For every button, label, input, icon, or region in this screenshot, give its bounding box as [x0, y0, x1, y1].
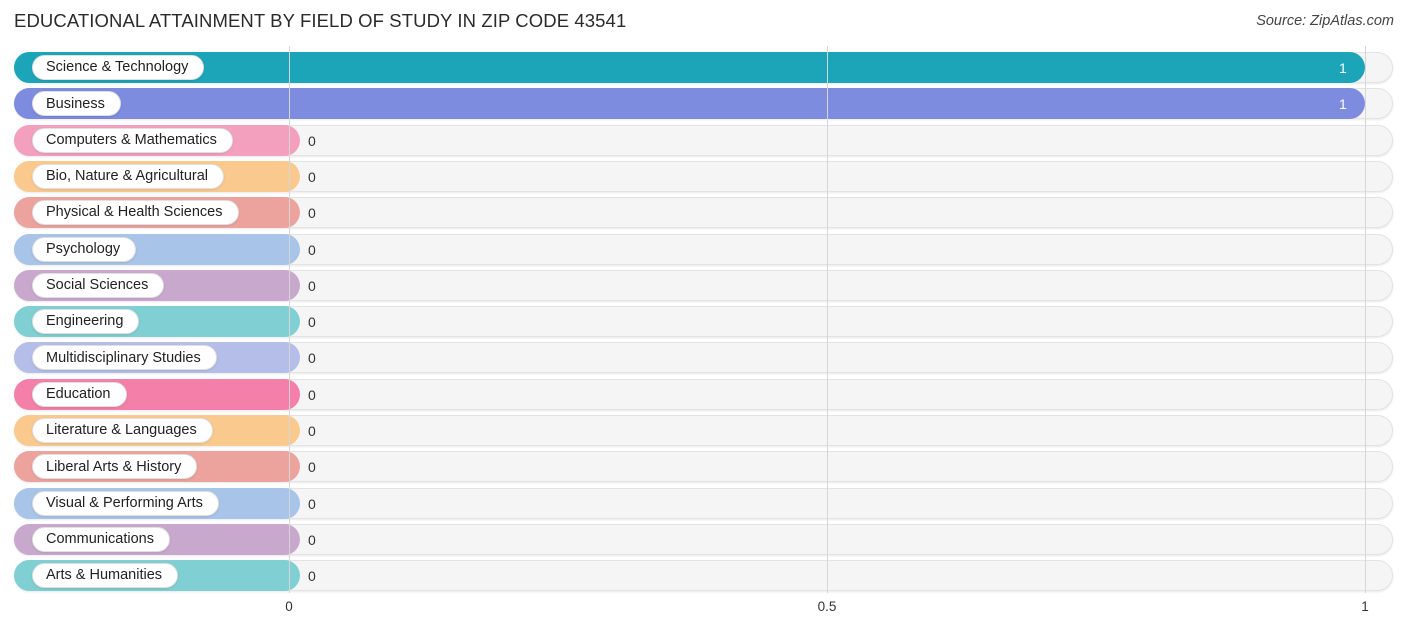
bar-row[interactable]: Multidisciplinary Studies 0 — [0, 342, 1406, 374]
page-title: EDUCATIONAL ATTAINMENT BY FIELD OF STUDY… — [14, 10, 627, 31]
bar-category-label: Social Sciences — [32, 272, 165, 298]
chart-plot-area: Science & Technology 1 Business 1 Computers … — [0, 46, 1406, 593]
bar-value-label: 0 — [308, 205, 316, 222]
bar-category-text: Multidisciplinary Studies — [46, 349, 201, 366]
bar-category-label: Engineering — [32, 309, 140, 335]
bar-category-text: Communications — [46, 531, 154, 548]
bar-category-label: Visual & Performing Arts — [32, 490, 219, 516]
bar-category-label: Physical & Health Sciences — [32, 200, 239, 226]
bar-value-label: 0 — [308, 168, 316, 185]
bar-category-label: Literature & Languages — [32, 418, 213, 443]
bar-category-text: Bio, Nature & Agricultural — [46, 168, 208, 185]
bar-row[interactable]: Communications 0 — [0, 523, 1406, 555]
bar-row[interactable]: Education 0 — [0, 378, 1406, 410]
bar-value-label: 0 — [308, 241, 316, 258]
bar-row[interactable]: Computers & Mathematics 0 — [0, 124, 1406, 156]
bar-category-text: Arts & Humanities — [46, 567, 163, 584]
x-axis-tick-label: 1 — [1361, 599, 1369, 614]
bar-row[interactable]: Social Sciences 0 — [0, 269, 1406, 301]
bar-value-label: 0 — [308, 495, 316, 512]
bar-value-label: 0 — [308, 277, 316, 294]
bar-row[interactable]: Liberal Arts & History 0 — [0, 451, 1406, 483]
bar-category-label: Communications — [32, 526, 170, 552]
bar-category-text: Computers & Mathematics — [46, 131, 217, 148]
bar-category-label: Arts & Humanities — [32, 563, 179, 589]
bar-row[interactable]: Arts & Humanities 0 — [0, 560, 1406, 592]
bar-value-label: 1 — [1339, 96, 1347, 113]
bar-fill — [14, 52, 1365, 83]
bar-category-label: Science & Technology — [32, 55, 205, 80]
bar-row[interactable]: Business 1 — [0, 88, 1406, 120]
bar-value-label: 0 — [308, 350, 316, 367]
bar-row[interactable]: Engineering 0 — [0, 306, 1406, 338]
bar-category-label: Education — [32, 381, 127, 407]
bar-row[interactable]: Literature & Languages 0 — [0, 415, 1406, 446]
bar-row[interactable]: Visual & Performing Arts 0 — [0, 487, 1406, 519]
bar-category-text: Engineering — [46, 313, 124, 330]
bar-value-label: 0 — [308, 568, 316, 585]
bar-row[interactable]: Psychology 0 — [0, 233, 1406, 265]
chart-header: EDUCATIONAL ATTAINMENT BY FIELD OF STUDY… — [0, 0, 1406, 46]
bar-row[interactable]: Science & Technology 1 — [0, 52, 1406, 83]
bar-category-label: Business — [32, 91, 121, 117]
bar-category-text: Social Sciences — [46, 277, 149, 294]
bar-category-text: Liberal Arts & History — [46, 458, 182, 475]
bar-value-label: 0 — [308, 531, 316, 548]
bar-category-text: Visual & Performing Arts — [46, 494, 203, 511]
bar-category-label: Psychology — [32, 236, 137, 262]
bar-category-text: Science & Technology — [46, 59, 189, 76]
bar-row[interactable]: Physical & Health Sciences 0 — [0, 197, 1406, 229]
bar-row[interactable]: Bio, Nature & Agricultural 0 — [0, 160, 1406, 192]
bar-category-text: Literature & Languages — [46, 422, 197, 439]
x-axis-tick-label: 0.5 — [817, 599, 837, 614]
bar-category-label: Liberal Arts & History — [32, 454, 198, 480]
bar-value-label: 0 — [308, 314, 316, 331]
bar-value-label: 1 — [1339, 60, 1347, 76]
bar-category-label: Multidisciplinary Studies — [32, 345, 217, 371]
source-attribution: Source: ZipAtlas.com — [1256, 13, 1394, 29]
bar-value-label: 0 — [308, 459, 316, 476]
bar-category-label: Computers & Mathematics — [32, 127, 233, 153]
bar-fill — [14, 88, 1365, 120]
bar-category-text: Business — [46, 95, 105, 112]
x-axis-tick-label: 0 — [285, 599, 293, 614]
bar-category-text: Physical & Health Sciences — [46, 204, 223, 221]
bar-value-label: 0 — [308, 386, 316, 403]
bar-category-text: Education — [46, 385, 111, 402]
bar-value-label: 0 — [308, 423, 316, 439]
bar-value-label: 0 — [308, 132, 316, 149]
bar-category-label: Bio, Nature & Agricultural — [32, 163, 224, 189]
x-axis: 0 0.5 1 — [0, 593, 1406, 631]
bar-category-text: Psychology — [46, 240, 121, 257]
